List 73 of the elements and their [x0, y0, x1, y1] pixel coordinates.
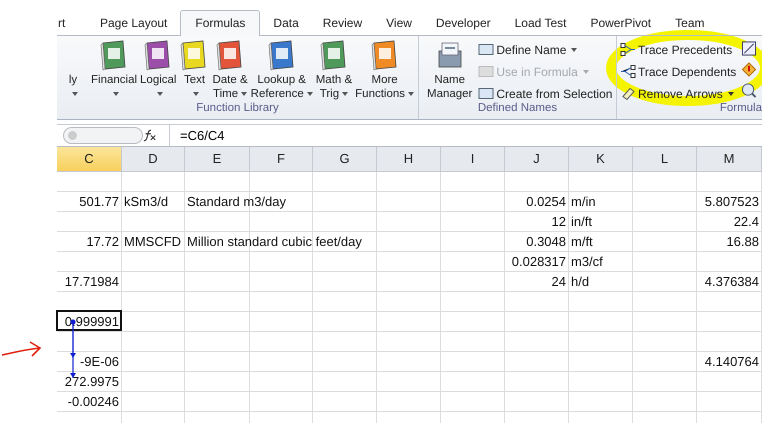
table-cell-text: 22.4: [732, 213, 760, 231]
ribbon-tab[interactable]: rt: [57, 11, 87, 35]
table-cell-text: in/ft: [570, 213, 593, 231]
trace-precedents-icon: [620, 42, 636, 57]
function-category-button[interactable]: ly: [57, 39, 89, 102]
table-cell-text: m3/cf: [570, 253, 604, 271]
name-manager-button[interactable]: Name Manager: [426, 39, 474, 102]
column-header[interactable]: E: [185, 147, 250, 171]
ribbon-tab[interactable]: Team: [664, 11, 716, 35]
table-cell-text: m/ft: [570, 233, 594, 251]
column-header[interactable]: M: [697, 147, 762, 171]
column-header[interactable]: J: [505, 147, 569, 171]
table-cell-text: 17.72: [85, 233, 120, 251]
table-cell-text: 4.376384: [704, 273, 760, 291]
column-header[interactable]: F: [250, 147, 313, 171]
ribbon-button[interactable]: Define Name: [478, 41, 612, 58]
ribbon-button[interactable]: Trace Precedents: [620, 41, 736, 58]
table-cell-text: h/d: [570, 273, 590, 291]
eraser-icon: [620, 86, 636, 101]
ribbon-tab[interactable]: PowerPivot: [579, 11, 662, 35]
column-header[interactable]: C: [57, 147, 122, 171]
function-category-button[interactable]: Text: [178, 39, 210, 102]
table-cell: 0.999991: [56, 310, 122, 331]
function-category-button[interactable]: Financial: [90, 39, 138, 102]
table-cell-text: Million standard cubic feet/day: [186, 233, 362, 251]
ribbon-tab[interactable]: Review: [312, 11, 374, 35]
function-category-button[interactable]: Date & Time: [211, 39, 249, 102]
function-category-button[interactable]: Logical: [139, 39, 178, 102]
table-cell-text: -9E-06: [78, 353, 120, 371]
column-header[interactable]: I: [441, 147, 505, 171]
table-cell-text: Standard m3/day: [186, 193, 286, 211]
column-header[interactable]: G: [313, 147, 377, 171]
table-cell-text: MMSCFD: [123, 233, 182, 251]
column-header[interactable]: L: [633, 147, 697, 171]
name-box-grip[interactable]: [63, 127, 143, 144]
table-cell-text: 24: [550, 273, 567, 291]
table-cell-text: 0.0254: [525, 193, 567, 211]
ribbon-tab[interactable]: Page Layout: [89, 11, 178, 35]
table-cell-text: 0.028317: [510, 253, 567, 271]
column-header[interactable]: D: [122, 147, 185, 171]
group-label: Defined Names: [476, 102, 558, 116]
ribbon-tab[interactable]: Load Test: [504, 11, 578, 35]
table-cell-text: 272.9975: [64, 373, 120, 391]
table-cell-text: kSm3/d: [123, 193, 170, 211]
name-tag-icon: [478, 64, 494, 79]
table-cell-text: 12: [550, 213, 567, 231]
table-cell-text: 17.71984: [64, 273, 120, 291]
table-cell-text: 501.77: [78, 193, 120, 211]
name-tag-icon: [478, 42, 494, 57]
table-cell-text: 16.88: [725, 233, 760, 251]
ribbon-tab[interactable]: Developer: [424, 11, 502, 35]
group-label: Formula: [718, 102, 762, 116]
column-header[interactable]: H: [377, 147, 441, 171]
table-cell-text: m/in: [570, 193, 597, 211]
table-cell-text: 5.807523: [704, 193, 760, 211]
error-checking-icon[interactable]: [741, 62, 758, 77]
trace-dependents-icon: [620, 64, 636, 79]
function-icon[interactable]: [143, 129, 157, 142]
ribbon-tab[interactable]: Data: [262, 11, 310, 35]
table-cell-text: 0.3048: [525, 233, 567, 251]
ribbon-button[interactable]: Create from Selection: [478, 85, 612, 102]
table-cell-text: 4.140764: [704, 353, 760, 371]
column-header[interactable]: K: [569, 147, 633, 171]
ribbon-tab[interactable]: View: [375, 11, 423, 35]
name-tag-icon: [478, 86, 494, 101]
ribbon-tab[interactable]: Formulas: [180, 10, 260, 36]
function-category-button[interactable]: More Functions: [354, 39, 416, 102]
ribbon-button[interactable]: Trace Dependents: [620, 63, 736, 80]
function-category-button[interactable]: Math & Trig: [314, 39, 354, 102]
formula-field[interactable]: =C6/C4: [169, 125, 762, 146]
group-label: Function Library: [195, 102, 280, 116]
table-cell-text: -0.00246: [66, 393, 120, 411]
function-category-button[interactable]: Lookup & Reference: [250, 39, 314, 102]
